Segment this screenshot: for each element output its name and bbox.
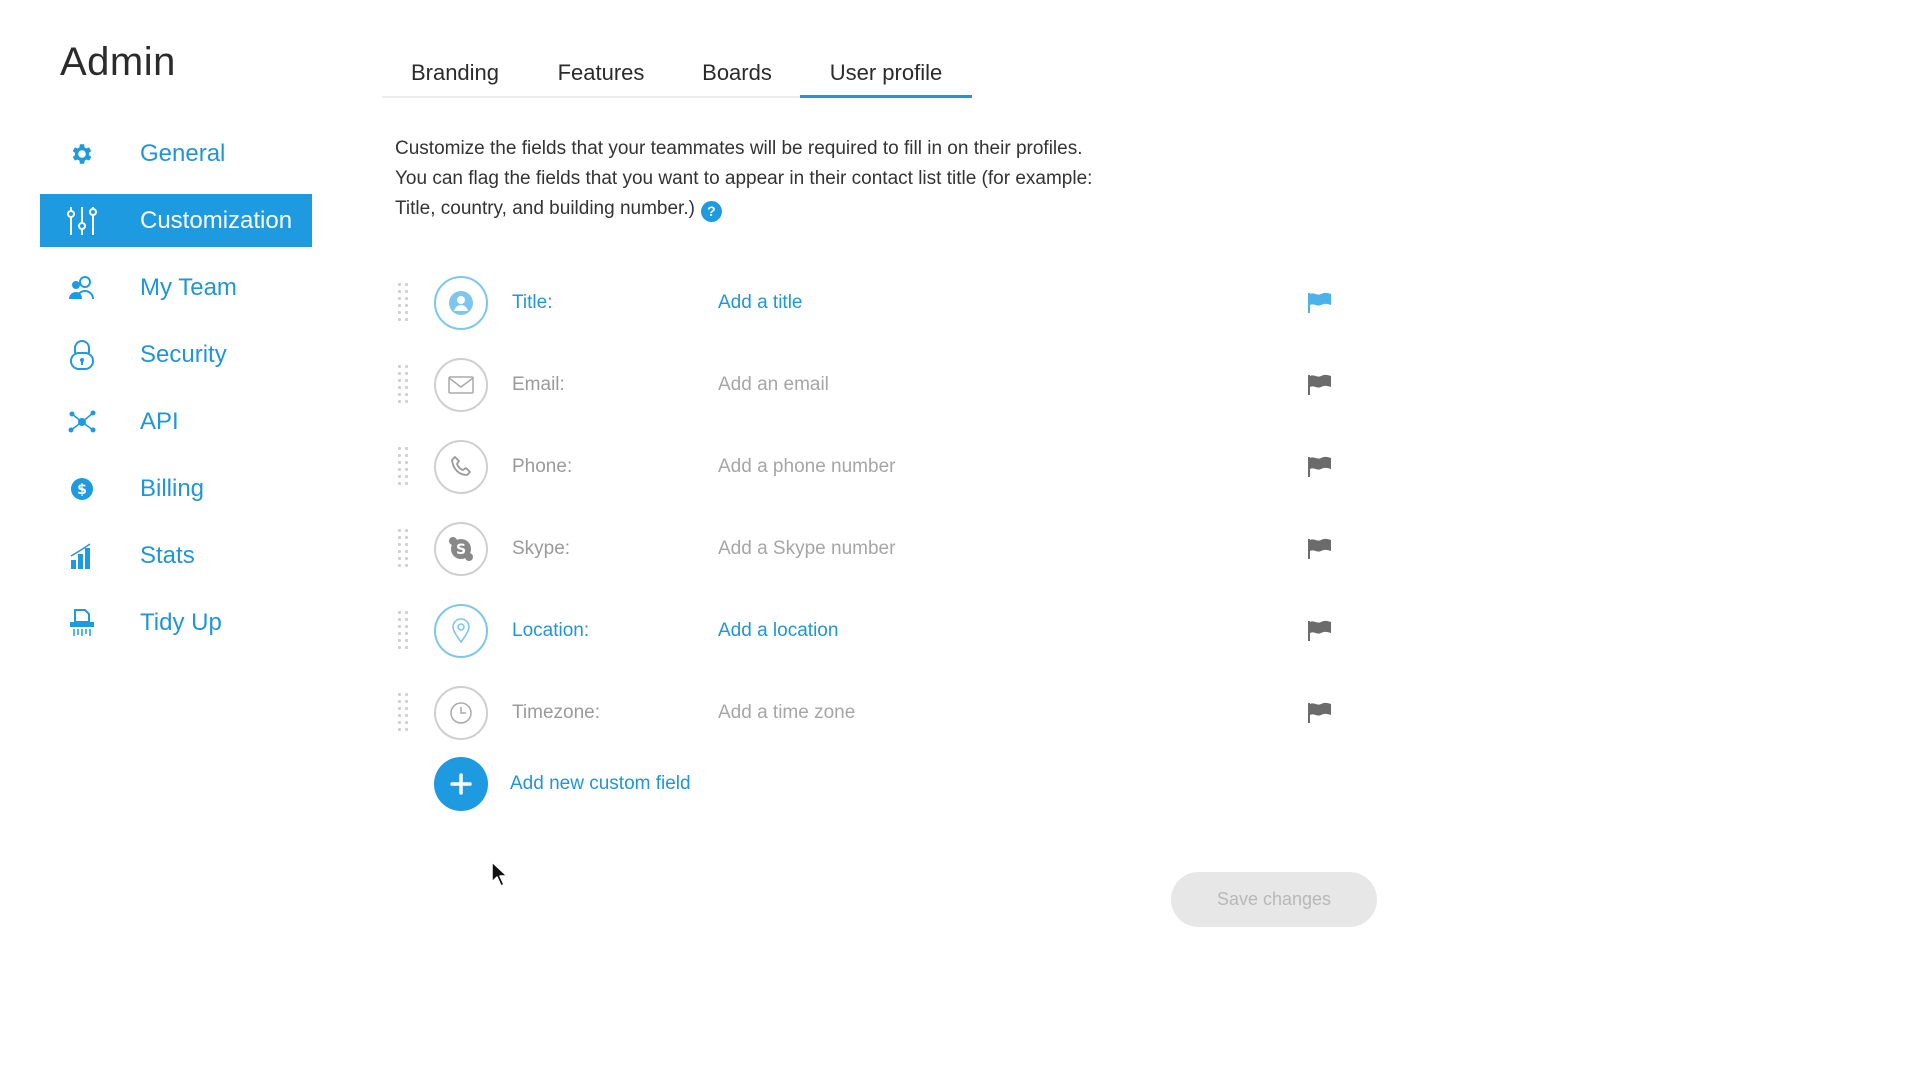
api-network-icon <box>64 404 100 440</box>
mouse-pointer-icon <box>491 861 508 887</box>
sliders-icon <box>64 203 100 239</box>
tab-user-profile[interactable]: User profile <box>800 50 972 98</box>
sidebar-item-security[interactable]: Security <box>40 328 312 381</box>
tab-boards[interactable]: Boards <box>674 50 800 96</box>
description: Customize the fields that your teammates… <box>395 134 1195 224</box>
tab-branding[interactable]: Branding <box>382 50 528 96</box>
dollar-icon: $ <box>64 471 100 507</box>
field-row-location: Location: Add a location <box>398 590 1348 672</box>
description-text: Title, country, and building number.) <box>395 198 695 219</box>
sidebar-item-label: General <box>140 139 226 167</box>
drag-handle-icon[interactable] <box>398 447 412 487</box>
sidebar-item-label: My Team <box>140 273 237 301</box>
flag-icon[interactable] <box>1306 537 1334 561</box>
field-row-skype: S Skype: Add a Skype number <box>398 508 1348 590</box>
svg-text:$: $ <box>77 482 87 498</box>
bar-chart-icon <box>64 538 100 574</box>
flag-icon[interactable] <box>1306 455 1334 479</box>
description-line: You can flag the fields that you want to… <box>395 168 1093 189</box>
sidebar-item-api[interactable]: API <box>40 395 312 448</box>
flag-icon[interactable] <box>1306 373 1334 397</box>
help-icon[interactable]: ? <box>700 200 722 222</box>
location-input[interactable]: Add a location <box>718 620 838 642</box>
team-icon <box>64 270 100 306</box>
field-row-timezone: Timezone: Add a time zone <box>398 672 1348 754</box>
field-row-title: Title: Add a title <box>398 262 1348 344</box>
phone-icon <box>434 440 488 494</box>
sidebar-item-my-team[interactable]: My Team <box>40 261 312 314</box>
phone-input[interactable]: Add a phone number <box>718 456 895 478</box>
lock-icon <box>64 337 100 373</box>
sidebar-item-label: Tidy Up <box>140 608 222 636</box>
svg-text:S: S <box>456 542 466 558</box>
sidebar-item-label: Customization <box>140 206 293 234</box>
sidebar-item-billing[interactable]: $ Billing <box>40 462 312 515</box>
add-custom-field-label: Add new custom field <box>510 773 691 794</box>
field-label: Email: <box>512 374 565 395</box>
sidebar: General Customization My Team Security A… <box>40 127 312 663</box>
sidebar-item-label: Stats <box>140 541 195 569</box>
save-changes-button[interactable]: Save changes <box>1171 872 1377 927</box>
field-label: Skype: <box>512 538 571 559</box>
email-input[interactable]: Add an email <box>718 374 829 396</box>
drag-handle-icon[interactable] <box>398 529 412 569</box>
drag-handle-icon[interactable] <box>398 611 412 651</box>
sidebar-item-label: Billing <box>140 474 205 502</box>
plus-icon <box>434 757 488 811</box>
sidebar-item-customization[interactable]: Customization <box>40 194 312 247</box>
clock-icon <box>434 686 488 740</box>
gear-icon <box>64 136 100 172</box>
description-line: Customize the fields that your teammates… <box>395 138 1083 159</box>
skype-icon: S <box>434 522 488 576</box>
sidebar-item-general[interactable]: General <box>40 127 312 180</box>
envelope-icon <box>434 358 488 412</box>
person-icon <box>434 276 488 330</box>
tab-features[interactable]: Features <box>528 50 674 96</box>
sidebar-item-label: Security <box>140 340 227 368</box>
tab-bar: Branding Features Boards User profile <box>382 50 972 98</box>
add-custom-field-button[interactable]: Add new custom field <box>434 757 691 811</box>
title-input[interactable]: Add a title <box>718 292 803 314</box>
timezone-input[interactable]: Add a time zone <box>718 702 855 724</box>
skype-input[interactable]: Add a Skype number <box>718 538 895 560</box>
field-label: Location: <box>512 620 590 641</box>
shredder-icon <box>64 605 100 641</box>
sidebar-item-tidy-up[interactable]: Tidy Up <box>40 596 312 649</box>
description-line: Title, country, and building number.)? <box>395 194 1195 224</box>
page-title: Admin <box>60 40 176 84</box>
drag-handle-icon[interactable] <box>398 693 412 733</box>
drag-handle-icon[interactable] <box>398 283 412 323</box>
flag-icon[interactable] <box>1306 701 1334 725</box>
profile-fields-list: Title: Add a title Email: Add an email P… <box>398 262 1348 754</box>
sidebar-item-stats[interactable]: Stats <box>40 529 312 582</box>
flag-icon[interactable] <box>1306 619 1334 643</box>
field-row-email: Email: Add an email <box>398 344 1348 426</box>
admin-app: Admin General Customization My Team Secu… <box>0 0 1920 1080</box>
field-label: Phone: <box>512 456 573 477</box>
location-pin-icon <box>434 604 488 658</box>
drag-handle-icon[interactable] <box>398 365 412 405</box>
sidebar-item-label: API <box>140 407 179 435</box>
flag-icon[interactable] <box>1306 291 1334 315</box>
field-label: Timezone: <box>512 702 600 723</box>
field-label: Title: <box>512 292 553 313</box>
field-row-phone: Phone: Add a phone number <box>398 426 1348 508</box>
